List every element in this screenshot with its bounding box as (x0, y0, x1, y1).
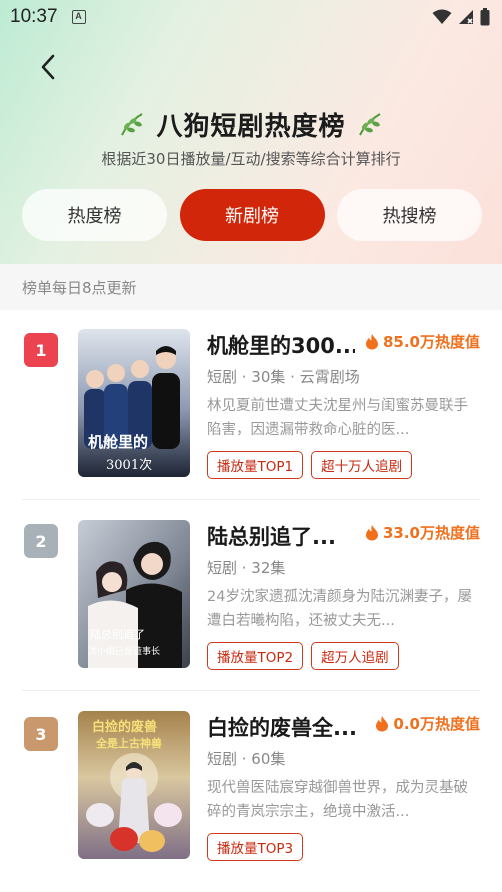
back-button[interactable] (34, 52, 62, 82)
flame-icon (376, 716, 389, 732)
heat-value: 33.0万热度值 (365, 522, 480, 543)
tag-badge: 超万人追剧 (311, 642, 399, 670)
tab-heat[interactable]: 热度榜 (22, 189, 167, 241)
rank-badge: 1 (24, 333, 58, 367)
cover-title-text: 机舱里的 (88, 433, 148, 451)
cover-title-text: 白捡的废兽 (92, 719, 157, 735)
leaf-icon (121, 113, 143, 136)
list-item[interactable]: 2 陆总别追了 沈小姐已是董事长 陆总别追了... 33.0万热度值 短剧 · … (0, 501, 502, 691)
page-subtitle: 根据近30日播放量/互动/搜索等综合计算排行 (101, 150, 401, 168)
cover-subtitle-text: 3001次 (106, 457, 152, 473)
divider (22, 499, 480, 500)
tab-new[interactable]: 新剧榜 (179, 189, 325, 241)
heat-text: 0.0万热度值 (393, 715, 480, 733)
status-time: 10:37 (10, 6, 58, 27)
tag-list: 播放量TOP2 超万人追剧 (207, 642, 399, 670)
drama-meta: 短剧 · 30集 · 云霄剧场 (207, 368, 360, 386)
battery-icon (480, 8, 490, 26)
drama-meta: 短剧 · 60集 (207, 750, 286, 768)
heat-value: 0.0万热度值 (375, 713, 480, 734)
rank-badge: 2 (24, 524, 58, 558)
drama-cover[interactable]: 机舱里的 3001次 (78, 329, 190, 477)
flame-icon (365, 525, 378, 541)
cover-subtitle-text: 全是上古神兽 (95, 736, 162, 750)
tag-list: 播放量TOP1 超十万人追剧 (207, 451, 413, 479)
drama-title[interactable]: 陆总别追了... (207, 521, 355, 551)
drama-description: 24岁沈家遗孤沈清颜身为陆沉渊妻子，屡遭白若曦构陷，还被丈夫无... (207, 589, 472, 629)
heat-value: 85.0万热度值 (365, 331, 480, 352)
drama-description: 现代兽医陆宸穿越御兽世界，成为灵基破碎的青岚宗宗主，绝境中激活... (207, 780, 468, 820)
drama-title[interactable]: 白捡的废兽全... (207, 712, 355, 742)
flame-icon (365, 334, 378, 350)
tag-badge: 播放量TOP2 (207, 642, 304, 670)
drama-cover[interactable]: 陆总别追了 沈小姐已是董事长 (78, 520, 190, 668)
app-notification-icon: A (71, 10, 86, 24)
wifi-icon (432, 9, 452, 24)
rank-badge: 3 (24, 717, 58, 751)
chevron-left-icon (41, 54, 55, 80)
leaf-icon (358, 113, 381, 136)
page-title: 八狗短剧热度榜 (156, 111, 346, 142)
cover-title-text: 陆总别追了 (90, 627, 145, 641)
heat-text: 85.0万热度值 (382, 333, 480, 351)
tag-list: 播放量TOP3 (207, 833, 304, 861)
list-item[interactable]: 3 白捡的废兽 全是上古神兽 白捡的废兽全... 0.0万热度值 短剧 · 60… (0, 692, 502, 882)
status-bar: 10:37 A (0, 0, 502, 34)
ranking-tabs: 热度榜 新剧榜 热搜榜 (22, 189, 482, 241)
list-item[interactable]: 1 机舱里的 3001次 机舱里的300... 85.0万热度值 短剧 · 30… (0, 310, 502, 500)
update-note: 榜单每日8点更新 (0, 264, 502, 310)
tag-badge: 播放量TOP1 (207, 451, 304, 479)
signal-icon (459, 10, 473, 24)
tab-hot-search[interactable]: 热搜榜 (337, 189, 482, 241)
drama-description: 林见夏前世遭丈夫沈星州与闺蜜苏曼联手陷害，因遗漏带救命心脏的医... (207, 398, 468, 438)
drama-cover[interactable]: 白捡的废兽 全是上古神兽 (78, 711, 190, 859)
tag-badge: 播放量TOP3 (207, 833, 304, 861)
drama-meta: 短剧 · 32集 (207, 559, 286, 577)
page-title-row: 八狗短剧热度榜 (0, 104, 502, 144)
cover-subtitle-text: 沈小姐已是董事长 (88, 645, 160, 657)
drama-title[interactable]: 机舱里的300... (207, 330, 355, 360)
divider (22, 690, 480, 691)
tag-badge: 超十万人追剧 (311, 451, 413, 479)
heat-text: 33.0万热度值 (382, 524, 480, 542)
